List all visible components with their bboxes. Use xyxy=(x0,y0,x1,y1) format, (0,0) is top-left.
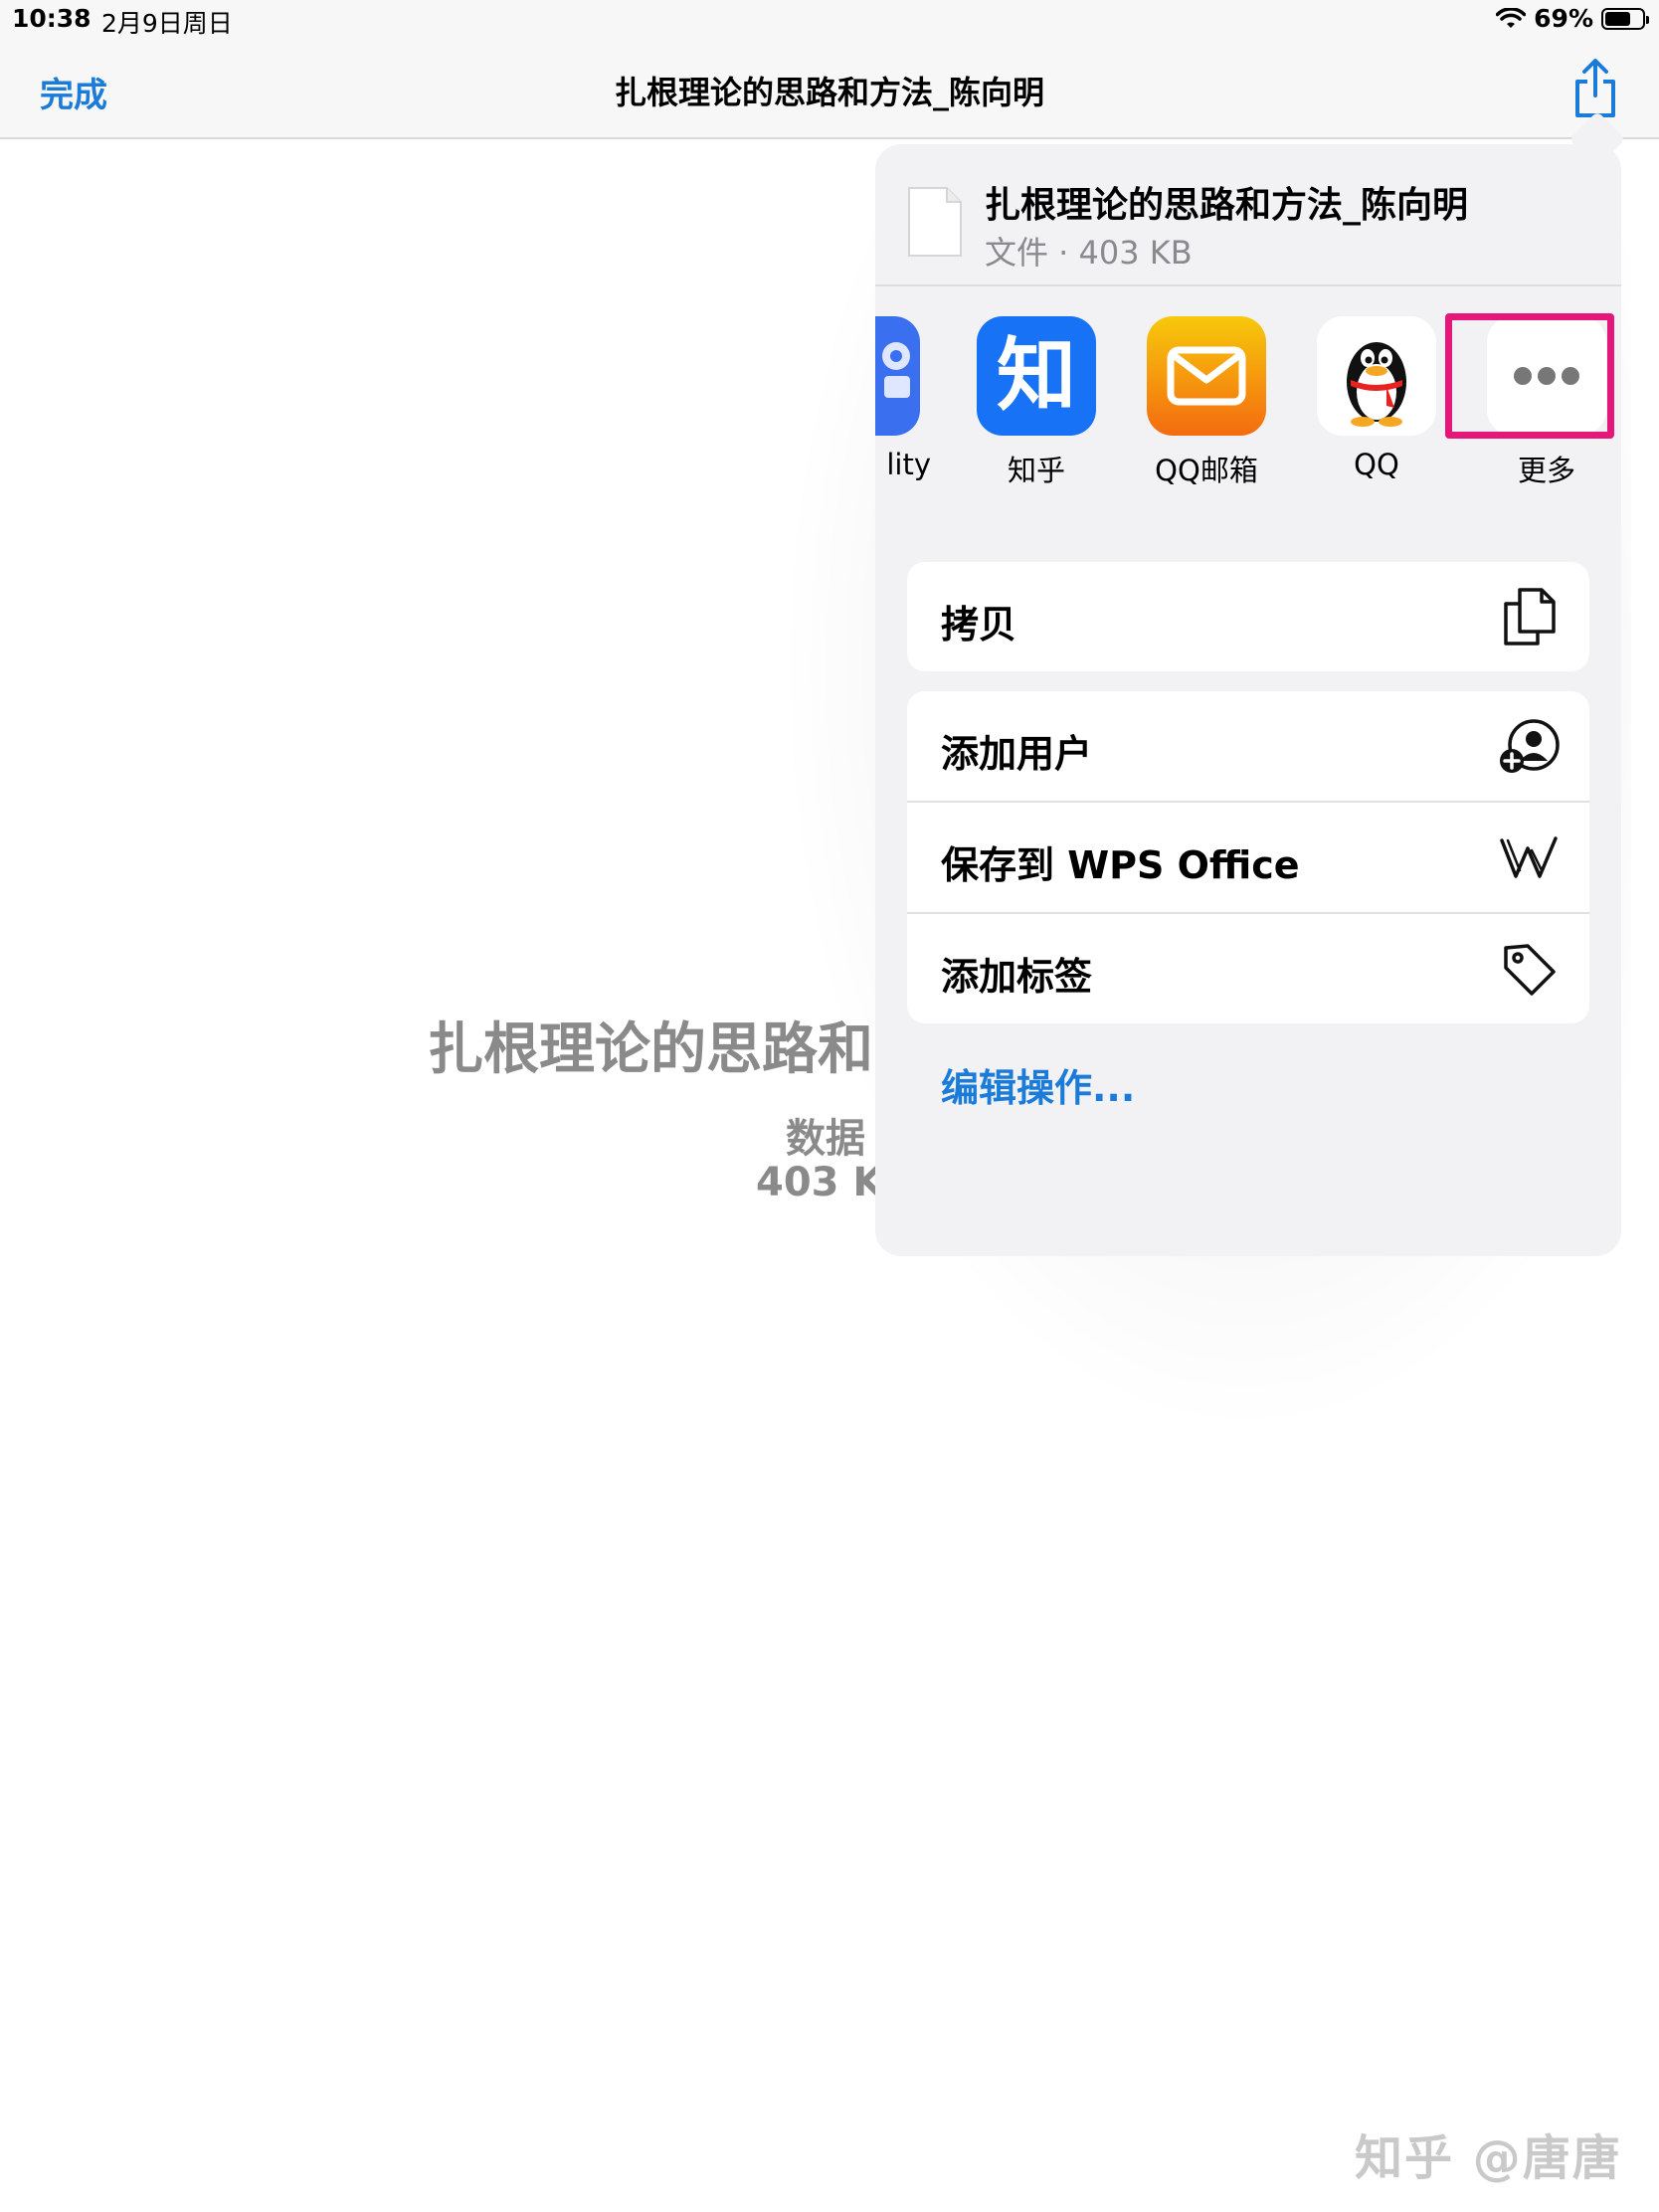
battery-percent: 69% xyxy=(1534,4,1593,33)
action-label: 添加用户 xyxy=(941,732,1093,776)
action-label: 保存到 WPS Office xyxy=(941,843,1300,887)
share-app-label: QQ邮箱 xyxy=(1155,454,1258,487)
share-app-partial[interactable]: lity xyxy=(875,316,935,515)
edit-actions-link[interactable]: 编辑操作... xyxy=(941,1057,1135,1112)
action-copy[interactable]: 拷贝 xyxy=(907,562,1589,671)
share-app-label: 知乎 xyxy=(1007,454,1065,487)
qq-penguin-icon xyxy=(1317,316,1436,436)
action-label: 拷贝 xyxy=(941,603,1017,646)
share-sheet: 扎根理论的思路和方法_陈向明 文件 · 403 KB lity 知 知乎 QQ邮… xyxy=(875,144,1621,1256)
wifi-icon xyxy=(1496,7,1527,28)
share-app-qqmail[interactable]: QQ邮箱 xyxy=(1132,316,1281,515)
action-group-secondary: 添加用户 保存到 WPS Office 添加标签 xyxy=(907,691,1589,1023)
document-size: 403 K xyxy=(756,1160,884,1205)
action-add-user[interactable]: 添加用户 xyxy=(907,691,1589,801)
partial-app-icon xyxy=(875,316,920,436)
nav-bar: 完成 扎根理论的思路和方法_陈向明 xyxy=(0,40,1659,139)
share-sheet-header: 扎根理论的思路和方法_陈向明 文件 · 403 KB xyxy=(875,144,1621,286)
action-group-primary: 拷贝 xyxy=(907,562,1589,671)
status-indicators: 69% xyxy=(1496,4,1649,33)
wps-icon xyxy=(1500,836,1558,878)
document-icon xyxy=(908,187,962,257)
document-title: 扎根理论的思路和 xyxy=(428,1017,873,1082)
zhihu-icon: 知 xyxy=(977,316,1096,436)
more-icon xyxy=(1487,316,1606,436)
page-title: 扎根理论的思路和方法_陈向明 xyxy=(614,74,1044,111)
share-file-meta: 文件 · 403 KB xyxy=(985,234,1193,272)
status-date: 2月9日周日 xyxy=(101,9,233,38)
share-icon[interactable] xyxy=(1571,58,1619,119)
copy-icon xyxy=(1504,588,1556,645)
zhihu-glyph: 知 xyxy=(997,329,1076,422)
qq-mail-icon xyxy=(1147,316,1266,436)
tag-icon xyxy=(1504,944,1556,996)
action-add-tag[interactable]: 添加标签 xyxy=(907,912,1589,1023)
share-app-label: 更多 xyxy=(1517,454,1575,487)
share-file-name: 扎根理论的思路和方法_陈向明 xyxy=(985,185,1469,226)
status-bar: 10:38 2月9日周日 69% xyxy=(0,0,1659,40)
action-label: 添加标签 xyxy=(941,955,1093,999)
battery-fill xyxy=(1605,11,1630,26)
watermark: 知乎 @唐唐 xyxy=(1355,2130,1622,2186)
share-apps-row: lity 知 知乎 QQ邮箱 QQ 更多 xyxy=(875,286,1621,515)
share-app-more[interactable]: 更多 xyxy=(1472,316,1621,515)
action-save-to-wps[interactable]: 保存到 WPS Office xyxy=(907,801,1589,912)
share-app-zhihu[interactable]: 知 知乎 xyxy=(962,316,1111,515)
share-app-label: lity xyxy=(886,448,931,481)
share-app-qq[interactable]: QQ xyxy=(1302,316,1451,515)
battery-icon xyxy=(1601,7,1649,30)
document-kind: 数据 xyxy=(786,1116,865,1162)
status-time: 10:38 xyxy=(12,4,92,33)
add-person-icon xyxy=(1500,719,1560,773)
share-app-label: QQ xyxy=(1354,448,1399,481)
